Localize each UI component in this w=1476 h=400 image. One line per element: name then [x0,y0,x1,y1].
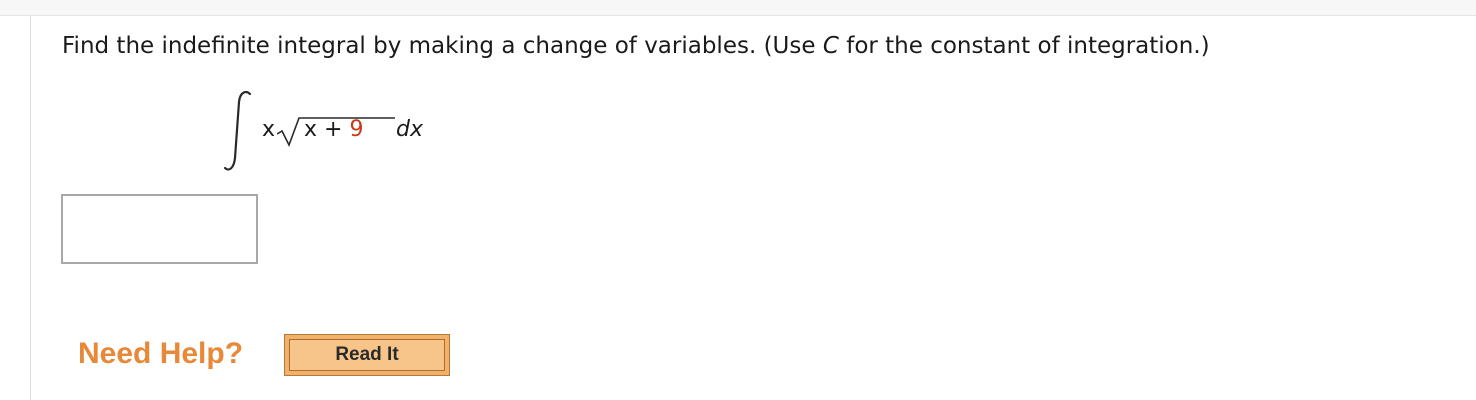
outer-factor: x [262,117,276,142]
left-border [30,16,31,400]
radicand-operator: + [317,117,350,142]
radicand-constant: 9 [349,117,364,142]
need-help-label: Need Help? [78,337,244,370]
question-suffix: for the constant of integration.) [838,33,1210,59]
integral-sign-icon [223,91,252,171]
differential: dx [396,117,423,142]
question-prefix: Find the indefinite integral by making a… [62,33,823,59]
radicand-variable: x [304,117,318,142]
answer-input[interactable] [61,194,258,264]
read-it-button[interactable]: Read It [284,334,450,376]
integral-expression: x x + 9 dx [220,88,480,178]
radicand: x + 9 [304,112,363,148]
read-it-label: Read It [289,339,445,371]
top-border [0,0,1476,16]
constant-symbol: C [822,33,839,59]
question-text: Find the indefinite integral by making a… [62,28,1210,64]
